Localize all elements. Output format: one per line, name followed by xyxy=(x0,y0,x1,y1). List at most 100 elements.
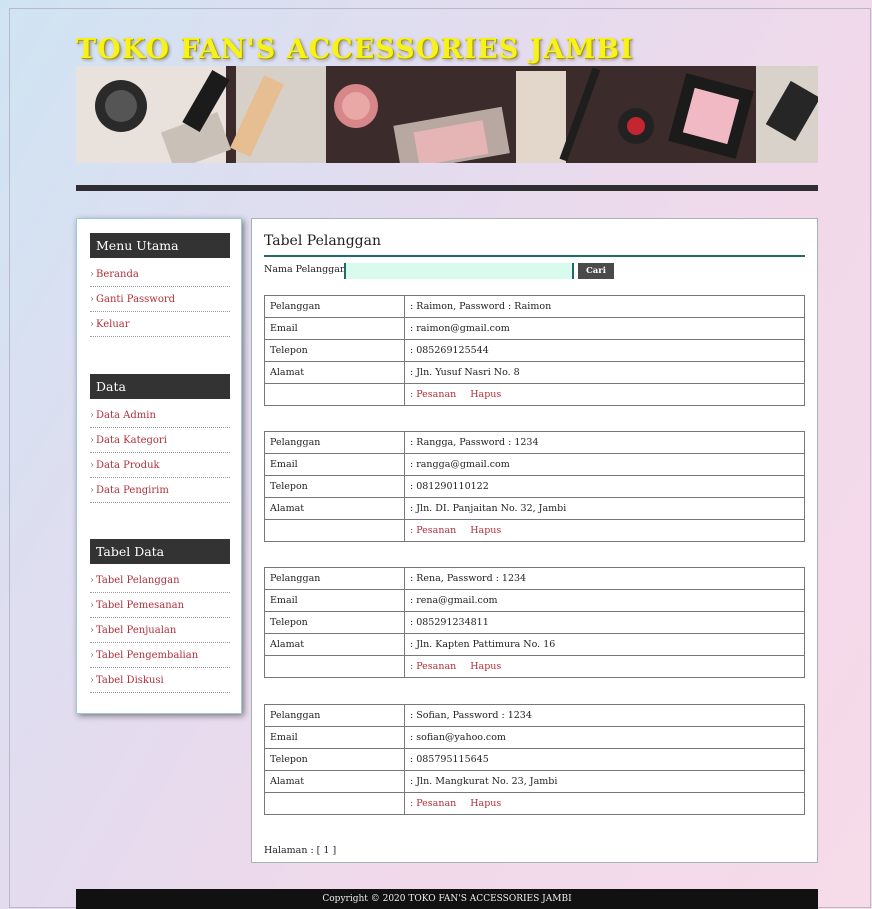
table-row: Pelanggan: Sofian, Password : 1234 xyxy=(264,704,805,727)
chevron-right-icon: › xyxy=(90,435,94,446)
customer-phone-value: : 081290110122 xyxy=(404,475,805,498)
field-label: Alamat xyxy=(264,361,405,384)
chevron-right-icon: › xyxy=(90,650,94,661)
field-label: Pelanggan xyxy=(264,295,405,318)
chevron-right-icon: › xyxy=(90,410,94,421)
table-row: Alamat: Jln. Mangkurat No. 23, Jambi xyxy=(264,770,805,793)
table-row: Email: rena@gmail.com xyxy=(264,589,805,612)
table-row: Telepon: 085795115645 xyxy=(264,748,805,771)
pesanan-link[interactable]: : Pesanan xyxy=(410,525,456,536)
hapus-link[interactable]: Hapus xyxy=(470,389,501,400)
field-label: Pelanggan xyxy=(264,704,405,727)
chevron-right-icon: › xyxy=(90,575,94,586)
sidebar-heading-menu-utama: Menu Utama xyxy=(90,233,230,258)
table-row: Alamat: Jln. Yusuf Nasri No. 8 xyxy=(264,361,805,384)
search-label: Nama Pelanggan : xyxy=(264,264,353,275)
sidebar-item-data-pengirim[interactable]: › Data Pengirim xyxy=(90,478,230,503)
table-row: Telepon: 085269125544 xyxy=(264,339,805,362)
field-label: Email xyxy=(264,726,405,749)
customer-email-value: : raimon@gmail.com xyxy=(404,317,805,340)
field-label: Pelanggan xyxy=(264,431,405,454)
customer-record: Pelanggan: Raimon, Password : Raimon Ema… xyxy=(264,295,805,406)
customer-record: Pelanggan: Rena, Password : 1234 Email: … xyxy=(264,567,805,678)
table-row: Email: rangga@gmail.com xyxy=(264,453,805,476)
customer-name-value: : Raimon, Password : Raimon xyxy=(404,295,805,318)
sidebar-item-ganti-password[interactable]: › Ganti Password xyxy=(90,287,230,312)
chevron-right-icon: › xyxy=(90,600,94,611)
sidebar-heading-data: Data xyxy=(90,374,230,399)
cosmetics-photo xyxy=(76,66,818,163)
search-button[interactable]: Cari xyxy=(578,263,614,279)
customer-name-value: : Rena, Password : 1234 xyxy=(404,567,805,590)
sidebar-item-data-kategori[interactable]: › Data Kategori xyxy=(90,428,230,453)
field-label: Email xyxy=(264,317,405,340)
pesanan-link[interactable]: : Pesanan xyxy=(410,389,456,400)
customer-address-value: : Jln. Yusuf Nasri No. 8 xyxy=(404,361,805,384)
customer-name-value: : Rangga, Password : 1234 xyxy=(404,431,805,454)
customer-email-value: : rangga@gmail.com xyxy=(404,453,805,476)
chevron-right-icon: › xyxy=(90,460,94,471)
chevron-right-icon: › xyxy=(90,675,94,686)
customer-address-value: : Jln. Mangkurat No. 23, Jambi xyxy=(404,770,805,793)
table-row: Email: raimon@gmail.com xyxy=(264,317,805,340)
customer-email-value: : sofian@yahoo.com xyxy=(404,726,805,749)
chevron-right-icon: › xyxy=(90,269,94,280)
customer-email-value: : rena@gmail.com xyxy=(404,589,805,612)
sidebar-item-tabel-penjualan[interactable]: › Tabel Penjualan xyxy=(90,618,230,643)
page-title: Tabel Pelanggan xyxy=(264,233,381,249)
customer-phone-value: : 085269125544 xyxy=(404,339,805,362)
field-label: Alamat xyxy=(264,770,405,793)
customer-address-value: : Jln. DI. Panjaitan No. 32, Jambi xyxy=(404,497,805,520)
field-label: Telepon xyxy=(264,748,405,771)
table-row: : Pesanan Hapus xyxy=(264,655,805,678)
pagination[interactable]: Halaman : [ 1 ] xyxy=(264,845,336,856)
chevron-right-icon: › xyxy=(90,294,94,305)
site-title: TOKO FAN'S ACCESSORIES JAMBI xyxy=(76,34,634,65)
field-label: Telepon xyxy=(264,475,405,498)
hapus-link[interactable]: Hapus xyxy=(470,661,501,672)
customer-address-value: : Jln. Kapten Pattimura No. 16 xyxy=(404,633,805,656)
hapus-link[interactable]: Hapus xyxy=(470,798,501,809)
hapus-link[interactable]: Hapus xyxy=(470,525,501,536)
field-label: Alamat xyxy=(264,633,405,656)
chevron-right-icon: › xyxy=(90,485,94,496)
field-label: Telepon xyxy=(264,339,405,362)
sidebar-item-data-produk[interactable]: › Data Produk xyxy=(90,453,230,478)
sidebar: Menu Utama › Beranda › Ganti Password › Kel… xyxy=(76,218,242,714)
field-label: Alamat xyxy=(264,497,405,520)
search-input[interactable] xyxy=(344,263,574,279)
table-row: Pelanggan: Rena, Password : 1234 xyxy=(264,567,805,590)
table-row: : Pesanan Hapus xyxy=(264,519,805,542)
pesanan-link[interactable]: : Pesanan xyxy=(410,798,456,809)
sidebar-heading-tabel-data: Tabel Data xyxy=(90,539,230,564)
table-row: Alamat: Jln. Kapten Pattimura No. 16 xyxy=(264,633,805,656)
footer-copyright: Copyright © 2020 TOKO FAN'S ACCESSORIES … xyxy=(76,889,818,909)
chevron-right-icon: › xyxy=(90,625,94,636)
table-row: Pelanggan: Rangga, Password : 1234 xyxy=(264,431,805,454)
chevron-right-icon: › xyxy=(90,319,94,330)
sidebar-item-keluar[interactable]: › Keluar xyxy=(90,312,230,337)
sidebar-item-tabel-pengembalian[interactable]: › Tabel Pengembalian xyxy=(90,643,230,668)
customer-name-value: : Sofian, Password : 1234 xyxy=(404,704,805,727)
field-label: Email xyxy=(264,453,405,476)
table-row: : Pesanan Hapus xyxy=(264,792,805,815)
table-row: Telepon: 085291234811 xyxy=(264,611,805,634)
customer-record: Pelanggan: Sofian, Password : 1234 Email… xyxy=(264,704,805,815)
sidebar-item-beranda[interactable]: › Beranda xyxy=(90,262,230,287)
sidebar-item-data-admin[interactable]: › Data Admin xyxy=(90,403,230,428)
field-label: Email xyxy=(264,589,405,612)
sidebar-item-tabel-diskusi[interactable]: › Tabel Diskusi xyxy=(90,668,230,693)
customer-phone-value: : 085291234811 xyxy=(404,611,805,634)
table-row: Alamat: Jln. DI. Panjaitan No. 32, Jambi xyxy=(264,497,805,520)
table-row: : Pesanan Hapus xyxy=(264,383,805,406)
table-row: Email: sofian@yahoo.com xyxy=(264,726,805,749)
header-divider xyxy=(76,185,818,191)
field-label: Pelanggan xyxy=(264,567,405,590)
header-banner-image xyxy=(76,66,818,163)
sidebar-item-tabel-pelanggan[interactable]: › Tabel Pelanggan xyxy=(90,568,230,593)
table-row: Pelanggan: Raimon, Password : Raimon xyxy=(264,295,805,318)
pesanan-link[interactable]: : Pesanan xyxy=(410,661,456,672)
sidebar-item-tabel-pemesanan[interactable]: › Tabel Pemesanan xyxy=(90,593,230,618)
main-panel: Tabel Pelanggan Nama Pelanggan : Cari Pe… xyxy=(251,218,818,863)
customer-phone-value: : 085795115645 xyxy=(404,748,805,771)
